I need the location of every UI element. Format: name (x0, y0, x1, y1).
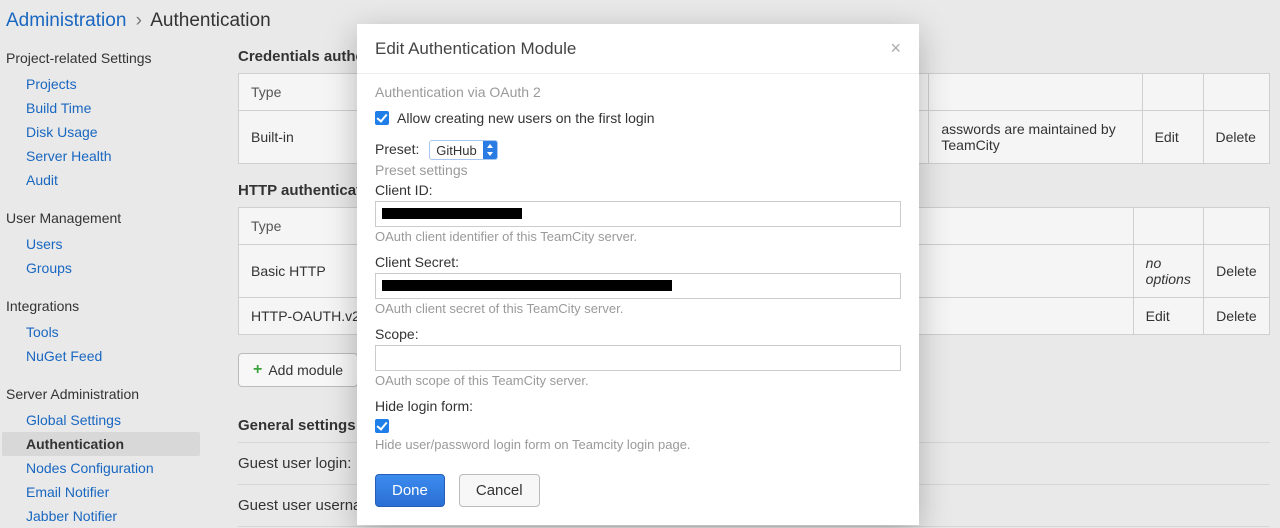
sidebar-item-server-health[interactable]: Server Health (6, 144, 200, 168)
preset-settings-label: Preset settings (375, 162, 901, 178)
client-secret-input[interactable] (375, 273, 901, 299)
sidebar-heading: User Management (6, 204, 200, 232)
sidebar-heading: Project-related Settings (6, 44, 200, 72)
client-secret-label: Client Secret: (375, 254, 459, 270)
close-icon[interactable]: × (890, 38, 901, 59)
sidebar-item-jabber-notifier[interactable]: Jabber Notifier (6, 504, 200, 528)
sidebar-item-users[interactable]: Users (6, 232, 200, 256)
sidebar-item-groups[interactable]: Groups (6, 256, 200, 280)
client-id-help: OAuth client identifier of this TeamCity… (375, 229, 901, 244)
col-edit (1142, 74, 1203, 111)
breadcrumb-current: Authentication (150, 10, 270, 31)
sidebar-item-email-notifier[interactable]: Email Notifier (6, 480, 200, 504)
plus-icon: + (253, 363, 262, 377)
client-id-input[interactable] (375, 201, 901, 227)
edit-link[interactable]: Edit (1133, 298, 1204, 335)
col-delete (1203, 74, 1270, 111)
preset-label: Preset: (375, 141, 419, 157)
breadcrumb-root[interactable]: Administration (6, 10, 126, 31)
cancel-button[interactable]: Cancel (459, 474, 540, 507)
col-delete (1204, 208, 1270, 245)
scope-label: Scope: (375, 326, 419, 342)
delete-link[interactable]: Delete (1204, 245, 1270, 298)
sidebar-item-nuget-feed[interactable]: NuGet Feed (6, 344, 200, 368)
col-opt (1133, 208, 1204, 245)
sidebar: Project-related Settings Projects Build … (0, 44, 200, 528)
sidebar-item-build-time[interactable]: Build Time (6, 96, 200, 120)
sidebar-item-tools[interactable]: Tools (6, 320, 200, 344)
hide-login-checkbox[interactable] (375, 419, 389, 433)
scope-input[interactable] (375, 345, 901, 371)
add-module-button[interactable]: + Add module (238, 353, 358, 387)
scope-help: OAuth scope of this TeamCity server. (375, 373, 901, 388)
preset-select[interactable]: GitHub (429, 140, 497, 160)
add-module-label: Add module (268, 362, 343, 378)
sidebar-item-global-settings[interactable]: Global Settings (6, 408, 200, 432)
sidebar-item-authentication[interactable]: Authentication (2, 432, 200, 456)
delete-link[interactable]: Delete (1204, 298, 1270, 335)
edit-auth-module-dialog: Edit Authentication Module × Authenticat… (357, 24, 919, 525)
client-secret-help: OAuth client secret of this TeamCity ser… (375, 301, 901, 316)
no-options-label: no options (1133, 245, 1204, 298)
col-desc (929, 74, 1142, 111)
redacted-value (382, 208, 522, 219)
done-button[interactable]: Done (375, 474, 445, 507)
chevron-updown-icon (483, 141, 497, 159)
sidebar-heading: Integrations (6, 292, 200, 320)
edit-link[interactable]: Edit (1142, 111, 1203, 164)
allow-new-users-checkbox[interactable] (375, 111, 389, 125)
sidebar-item-nodes-configuration[interactable]: Nodes Configuration (6, 456, 200, 480)
sidebar-item-projects[interactable]: Projects (6, 72, 200, 96)
sidebar-heading: Server Administration (6, 380, 200, 408)
allow-new-users-label: Allow creating new users on the first lo… (397, 110, 655, 126)
sidebar-item-disk-usage[interactable]: Disk Usage (6, 120, 200, 144)
sidebar-item-audit[interactable]: Audit (6, 168, 200, 192)
delete-link[interactable]: Delete (1203, 111, 1270, 164)
chevron-right-icon: › (136, 10, 142, 31)
client-id-label: Client ID: (375, 182, 433, 198)
redacted-value (382, 280, 672, 291)
hide-login-label: Hide login form: (375, 398, 473, 414)
preset-value: GitHub (430, 142, 482, 159)
module-desc: asswords are maintained by TeamCity (929, 111, 1142, 164)
hide-login-help: Hide user/password login form on Teamcit… (375, 437, 901, 452)
dialog-subtitle: Authentication via OAuth 2 (375, 84, 901, 100)
dialog-title: Edit Authentication Module (375, 39, 576, 59)
